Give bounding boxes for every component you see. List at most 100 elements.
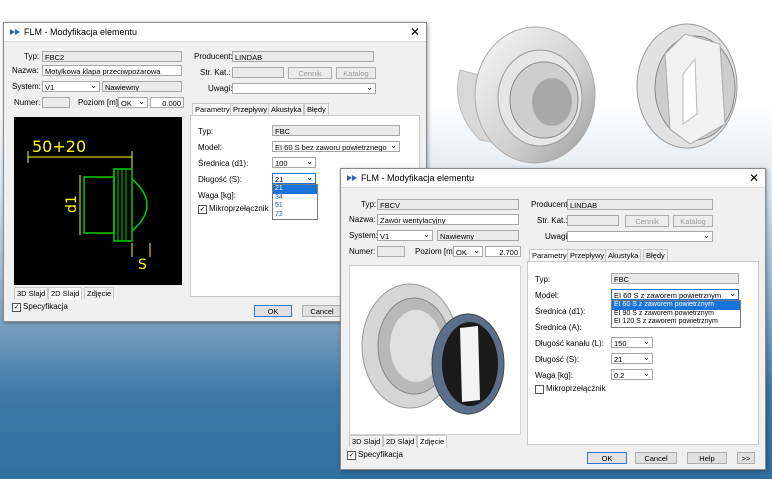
system-select[interactable]: V1 [377, 230, 433, 241]
kanal-label: Długość kanału (L): [535, 339, 604, 348]
producent-field[interactable]: LINDAB [567, 199, 713, 210]
producent-label: Producent: [531, 200, 570, 209]
model-label: Model: [198, 143, 223, 152]
kanal-select[interactable]: 150 [611, 337, 653, 348]
tab-2d-slajd[interactable]: 2D Slajd [383, 435, 418, 447]
app-icon [347, 175, 357, 181]
nazwa-label: Nazwa: [12, 66, 39, 75]
uwagi-select[interactable] [232, 83, 376, 94]
system-type-field: Nawiewny [437, 230, 519, 241]
specyfikacja-label: Specyfikacja [358, 450, 403, 459]
dropdown-option[interactable]: EI 90 S z zaworem powietrznym [612, 310, 740, 319]
model-label: Model: [535, 291, 560, 300]
srednica-a-label: Średnica (A): [535, 323, 582, 332]
poziom-ok-select[interactable]: OK [118, 97, 148, 108]
tab-akustyka[interactable]: Akustyka [268, 103, 305, 115]
tab-zdjecie[interactable]: Zdjęcie [84, 287, 115, 299]
specyfikacja-label: Specyfikacja [23, 302, 68, 311]
numer-label: Numer: [349, 247, 376, 256]
mikroprzelacznik-checkbox[interactable]: ✓ [198, 205, 207, 214]
help-button[interactable]: Help [687, 452, 727, 464]
photo-panel [349, 265, 521, 435]
tab-3d-slajd[interactable]: 3D Slajd [349, 435, 384, 447]
param-typ-label: Typ: [535, 275, 551, 284]
damper-render-1 [457, 26, 596, 164]
poziom-field[interactable]: 0.000 [150, 97, 184, 108]
mikroprzelacznik-label: Mikroprzełącznik [546, 384, 606, 393]
system-type-field: Nawiewny [102, 81, 182, 92]
diameter-label: d1 [64, 195, 80, 213]
srednica-select[interactable]: 100 [272, 157, 316, 168]
typ-label: Typ: [361, 200, 377, 209]
window-title: FLM - Modyfikacja elementu [361, 173, 475, 183]
uwagi-select[interactable] [567, 231, 713, 242]
nazwa-field[interactable]: Zawór wentylacyjny [377, 214, 519, 225]
srednica-label: Średnica (d1): [198, 159, 249, 168]
tab-2d-slajd[interactable]: 2D Slajd [48, 287, 83, 300]
dlugosc-label: Długość (S): [198, 175, 243, 184]
specyfikacja-checkbox[interactable]: ✓ [12, 303, 21, 312]
dropdown-option[interactable]: EI 60 S z zaworem powietrznym [612, 301, 740, 310]
waga-label: Waga [kg]: [198, 191, 236, 200]
strkat-field[interactable] [567, 215, 619, 226]
drawing-panel: 50+20 d1 S [14, 117, 182, 285]
cennik-button[interactable]: Cennik [288, 67, 332, 79]
damper-photo [361, 283, 505, 415]
model-dropdown: EI 60 S z zaworem powietrznym EI 90 S z … [611, 300, 741, 328]
app-icon [10, 29, 20, 35]
more-button[interactable]: >> [737, 452, 755, 464]
dlugosc-label: Długość (S): [535, 355, 580, 364]
close-icon[interactable]: ✕ [749, 171, 759, 185]
tab-przeplywy[interactable]: Przepływy [230, 103, 271, 115]
specyfikacja-checkbox[interactable]: ✓ [347, 451, 356, 460]
dropdown-option[interactable]: 34 [273, 194, 317, 203]
producent-label: Producent: [194, 52, 233, 61]
dlugosc-select[interactable]: 21 [272, 173, 316, 184]
tab-akustyka[interactable]: Akustyka [605, 249, 642, 261]
poziom-label: Poziom [m]: [415, 247, 458, 256]
cennik-button[interactable]: Cennik [625, 215, 669, 227]
dlugosc-select[interactable]: 21 [611, 353, 653, 364]
waga-select[interactable]: 0.2 [611, 369, 653, 380]
damper-2d-drawing: 50+20 d1 S [27, 137, 151, 273]
tab-zdjecie[interactable]: Zdjęcie [417, 435, 448, 448]
strkat-field[interactable] [232, 67, 284, 78]
dimension-label: 50+20 [32, 137, 86, 156]
poziom-field[interactable]: 2.700 [485, 246, 521, 257]
title-bar: FLM - Modyfikacja elementu ✕ [4, 23, 426, 42]
dropdown-option[interactable]: 72 [273, 211, 317, 220]
nazwa-label: Nazwa: [349, 215, 376, 224]
numer-field[interactable] [42, 97, 70, 108]
model-select[interactable]: EI 60 S z zaworem powietrznym [611, 289, 739, 300]
dropdown-option[interactable]: 21 [273, 185, 317, 194]
close-icon[interactable]: ✕ [410, 25, 420, 39]
nazwa-field[interactable]: Motylkowa klapa przeciwpożarowa [42, 65, 182, 76]
modify-element-window-front: FLM - Modyfikacja elementu ✕ Typ: FBCV N… [340, 168, 766, 470]
tab-przeplywy[interactable]: Przepływy [567, 249, 608, 261]
mikroprzelacznik-checkbox[interactable] [535, 385, 544, 394]
dropdown-option[interactable]: 51 [273, 202, 317, 211]
katalog-button[interactable]: Katalog [673, 215, 713, 227]
strkat-label: Str. Kat.: [200, 68, 231, 77]
typ-field[interactable]: FBC2 [42, 51, 182, 62]
param-typ-label: Typ: [198, 127, 214, 136]
param-typ-field: FBC [272, 125, 400, 136]
poziom-ok-select[interactable]: OK [453, 246, 483, 257]
damper-render-2 [636, 23, 738, 149]
model-select[interactable]: EI 60 S bez zaworu powietrznego [272, 141, 400, 152]
katalog-button[interactable]: Katalog [336, 67, 376, 79]
tab-bledy[interactable]: Błędy [643, 249, 668, 261]
mikroprzelacznik-label: Mikroprzełącznik [209, 204, 269, 213]
tab-3d-slajd[interactable]: 3D Slajd [14, 287, 49, 299]
waga-label: Waga [kg]: [535, 371, 573, 380]
tab-bledy[interactable]: Błędy [304, 103, 329, 115]
dropdown-option[interactable]: EI 120 S z zaworem powietrznym [612, 318, 740, 327]
system-select[interactable]: V1 [42, 81, 100, 92]
cancel-button[interactable]: Cancel [302, 305, 342, 317]
cancel-button[interactable]: Cancel [635, 452, 677, 464]
typ-field[interactable]: FBCV [377, 199, 519, 210]
ok-button[interactable]: OK [587, 452, 627, 464]
producent-field[interactable]: LINDAB [232, 51, 374, 62]
numer-field[interactable] [377, 246, 405, 257]
ok-button[interactable]: OK [254, 305, 292, 317]
